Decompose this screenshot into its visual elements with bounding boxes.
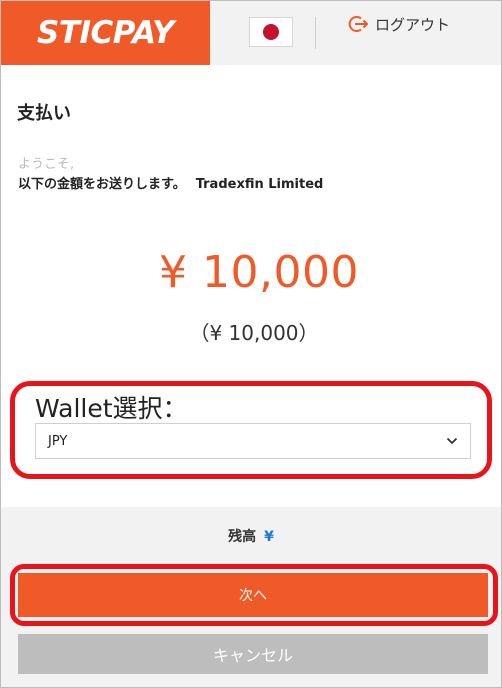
send-description: 以下の金額をお送りします。 Tradexfin Limited [18,173,323,192]
header-divider [315,17,316,49]
payment-amount: ¥ 10,000 [159,247,359,298]
sticpay-logo[interactable]: STICPAY [1,1,210,65]
page-title: 支払い [17,103,71,124]
next-button[interactable]: 次へ [18,573,488,617]
logout-label: ログアウト [375,15,451,34]
logout-icon [347,14,369,34]
send-text: 以下の金額をお送りします。 [18,177,186,192]
merchant-name: Tradexfin Limited [195,177,324,192]
top-bar: STICPAY ログアウト [1,1,501,65]
wallet-selected-value: JPY [48,433,68,449]
balance-label: 残高 [228,529,257,545]
logout-button[interactable]: ログアウト [347,13,450,35]
logo-text: STICPAY [36,15,175,51]
wallet-select-label: Wallet選択： [35,394,188,423]
wallet-currency-select[interactable]: JPY [35,423,471,459]
chevron-down-icon [446,435,458,447]
page-frame: STICPAY ログアウト 支払い ようこそ, 以下の金額をお送りします。 Tra… [0,0,502,688]
cancel-button-label: キャンセル [212,646,293,665]
japan-flag-icon[interactable] [249,17,293,47]
payment-card: 支払い ようこそ, 以下の金額をお送りします。 Tradexfin Limited… [1,65,501,507]
welcome-text: ようこそ, [18,157,75,172]
balance-value: ¥ [264,529,274,545]
next-button-label: 次へ [239,588,267,604]
cancel-button[interactable]: キャンセル [18,634,488,674]
converted-amount: （¥ 10,000） [189,321,319,345]
flag-sun [263,24,279,40]
balance-row: 残高 ¥ [1,526,501,546]
